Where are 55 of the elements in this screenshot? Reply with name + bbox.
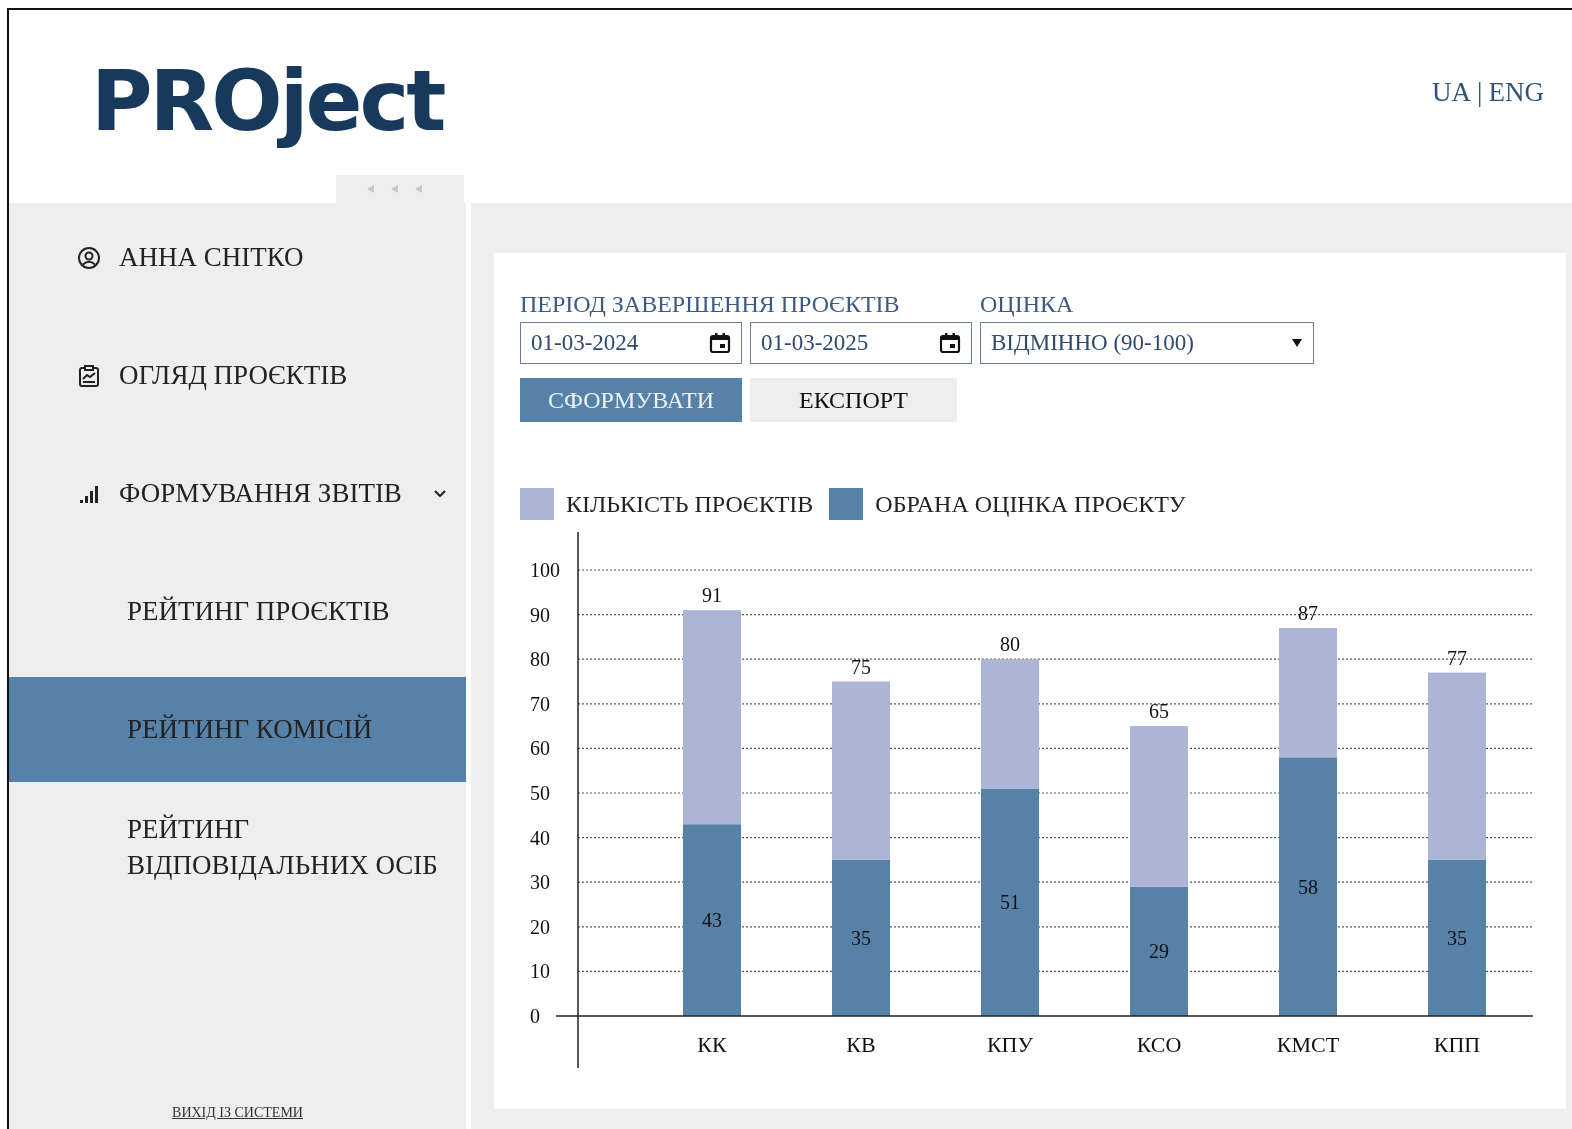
language-link[interactable]: UA bbox=[1432, 77, 1472, 108]
x-tick-label: КПП bbox=[1433, 1032, 1481, 1057]
value-label: 80 bbox=[1000, 633, 1020, 656]
value-label: 58 bbox=[1298, 875, 1318, 898]
x-tick-label: КСО bbox=[1136, 1032, 1182, 1057]
value-label: 65 bbox=[1149, 700, 1169, 723]
nav-subitem[interactable]: РЕЙТИНГ КОМІСІЙ bbox=[9, 677, 466, 782]
nav-subitem[interactable]: РЕЙТИНГ ВІДПОВІДАЛЬНИХ ОСІБ bbox=[9, 795, 466, 900]
calendar-icon bbox=[709, 332, 731, 354]
y-tick-label: 20 bbox=[530, 915, 550, 938]
user-icon bbox=[77, 245, 101, 270]
x-tick-label: КМСТ bbox=[1276, 1032, 1340, 1057]
value-label: 35 bbox=[1447, 926, 1467, 949]
calendar-icon bbox=[939, 332, 961, 354]
rating-label: ОЦІНКА bbox=[980, 291, 1075, 318]
value-label: 43 bbox=[702, 909, 722, 932]
dropdown-caret-icon bbox=[1291, 338, 1303, 348]
logo: PROject bbox=[91, 51, 444, 150]
logout-link[interactable]: ВИХІД ІЗ СИСТЕМИ bbox=[172, 1105, 303, 1121]
value-label: 35 bbox=[851, 926, 871, 949]
date-field[interactable]: 01-03-2025 bbox=[750, 322, 972, 364]
y-tick-label: 40 bbox=[530, 826, 550, 849]
date-field[interactable]: 01-03-2024 bbox=[520, 322, 742, 364]
x-tick-label: КПУ bbox=[986, 1032, 1034, 1057]
nav-item[interactable]: ФОРМУВАННЯ ЗВІТІВ bbox=[9, 441, 466, 546]
value-label: 77 bbox=[1447, 646, 1467, 669]
value-label: 91 bbox=[702, 584, 722, 607]
nav-subitem[interactable]: РЕЙТИНГ ПРОЄКТІВ bbox=[9, 559, 466, 664]
y-tick-label: 70 bbox=[530, 692, 550, 715]
value-label: 51 bbox=[1000, 891, 1020, 914]
separator: | bbox=[1477, 77, 1483, 108]
generate-button[interactable]: СФОРМУВАТИ bbox=[520, 378, 742, 422]
legend-label: КІЛЬКІСТЬ ПРОЄКТІВ bbox=[566, 490, 814, 518]
nav-item[interactable]: АННА СНІТКО bbox=[9, 205, 466, 310]
language-link[interactable]: ENG bbox=[1488, 77, 1544, 108]
y-tick-label: 60 bbox=[530, 737, 550, 760]
y-tick-label: 80 bbox=[530, 648, 550, 671]
period-label: ПЕРІОД ЗАВЕРШЕННЯ ПРОЄКТІВ bbox=[520, 291, 901, 318]
value-label: 75 bbox=[851, 655, 871, 678]
value-label: 87 bbox=[1298, 602, 1318, 624]
y-tick-label: 90 bbox=[530, 603, 550, 626]
value-label: 29 bbox=[1149, 940, 1169, 963]
x-tick-label: КК bbox=[697, 1032, 727, 1057]
collapse-tab[interactable] bbox=[336, 175, 464, 203]
export-button[interactable]: ЕКСПОРТ bbox=[750, 378, 957, 422]
y-tick-label: 100 bbox=[530, 559, 560, 581]
x-tick-label: КВ bbox=[846, 1032, 876, 1057]
legend-label: ОБРАНА ОЦІНКА ПРОЄКТУ bbox=[875, 490, 1186, 518]
y-tick-label: 50 bbox=[530, 782, 550, 804]
rating-dropdown[interactable]: ВІДМІННО (90-100) bbox=[980, 322, 1314, 364]
y-tick-label: 0 bbox=[530, 1005, 540, 1027]
clipboard-chart-icon bbox=[77, 363, 101, 388]
y-tick-label: 30 bbox=[530, 871, 550, 894]
nav-item[interactable]: ОГЛЯД ПРОЄКТІВ bbox=[9, 323, 466, 428]
y-tick-label: 10 bbox=[530, 960, 550, 983]
